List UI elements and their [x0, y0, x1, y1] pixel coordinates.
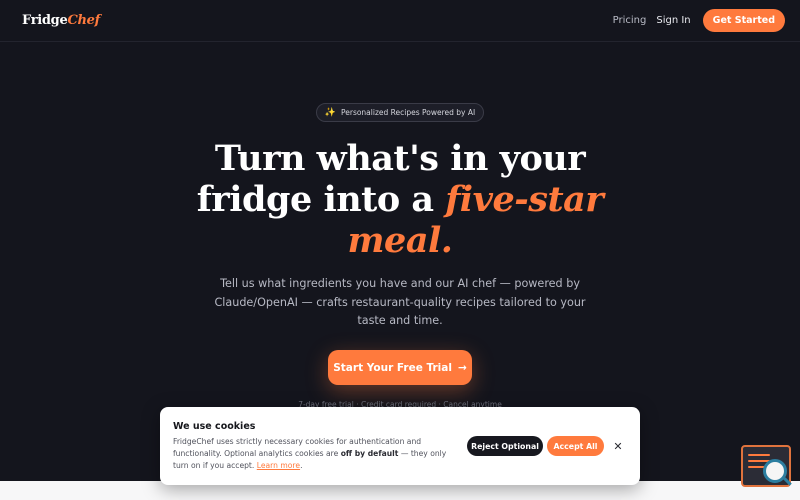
hero-title: Turn what's in your fridge into a five-s…	[150, 138, 650, 261]
hero-title-accent2: meal.	[347, 220, 453, 261]
reject-optional-button[interactable]: Reject Optional	[467, 436, 543, 456]
cookie-banner: We use cookies FridgeChef uses strictly …	[160, 407, 640, 485]
brand-logo-part2: Chef	[67, 13, 100, 28]
arrow-right-icon: →	[457, 361, 467, 374]
hero-title-line1: Turn what's in your	[214, 138, 586, 179]
cookie-title: We use cookies	[173, 421, 256, 432]
site-header: FridgeChef Pricing Sign In Get Started	[0, 0, 800, 42]
get-started-button[interactable]: Get Started	[702, 9, 785, 32]
cookie-description: FridgeChef uses strictly necessary cooki…	[173, 436, 463, 473]
nav-sign-in-link[interactable]: Sign In	[656, 15, 690, 26]
start-free-trial-label: Start Your Free Trial	[333, 361, 452, 374]
start-free-trial-button[interactable]: Start Your Free Trial →	[328, 350, 472, 385]
hero-title-line2: fridge into a	[196, 179, 446, 220]
nav-pricing-link[interactable]: Pricing	[613, 15, 647, 26]
brand-logo-part1: Fridge	[22, 13, 68, 28]
code-search-icon[interactable]	[741, 445, 792, 487]
close-icon[interactable]: ✕	[611, 438, 625, 454]
hero-title-accent1: five-star	[445, 179, 604, 220]
widget-magnifier-handle	[783, 477, 792, 486]
cookie-learn-more-link[interactable]: Learn more	[257, 461, 300, 470]
hero-subtitle: Tell us what ingredients you have and ou…	[214, 277, 586, 327]
cookie-text-period: .	[300, 461, 303, 471]
brand-logo[interactable]: FridgeChef	[22, 13, 100, 28]
cookie-text-bold: off by default	[340, 449, 399, 459]
sparkle-icon: ✨	[324, 107, 336, 118]
accept-all-button[interactable]: Accept All	[547, 436, 604, 456]
hero-badge: ✨ Personalized Recipes Powered by AI	[316, 103, 484, 122]
hero-badge-label: Personalized Recipes Powered by AI	[340, 108, 476, 117]
top-nav: Pricing Sign In Get Started	[613, 9, 785, 32]
